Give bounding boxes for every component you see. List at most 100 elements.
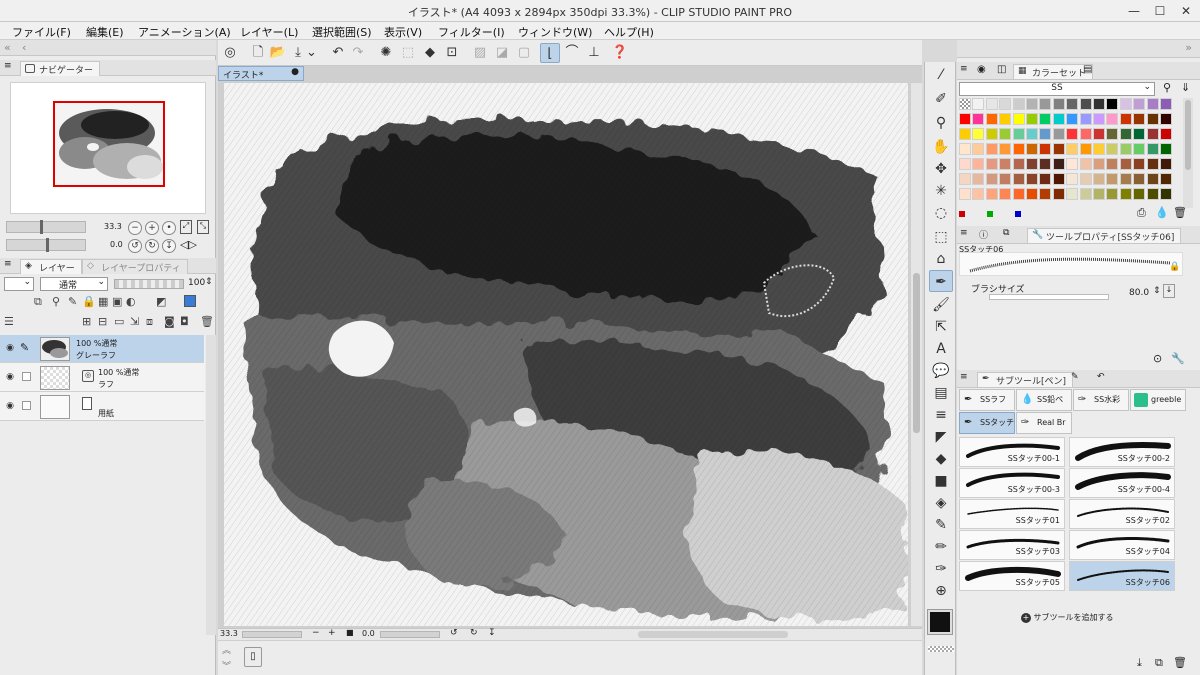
- import-icon[interactable]: ⤓: [1137, 656, 1142, 670]
- color-swatch[interactable]: [985, 173, 998, 185]
- color-swatch[interactable]: [1106, 98, 1119, 110]
- undo-history-icon[interactable]: ↶: [1097, 372, 1105, 382]
- create-mask-icon[interactable]: ◙: [164, 315, 175, 328]
- subtool-group-greeble[interactable]: greeble: [1130, 389, 1186, 411]
- color-swatch[interactable]: [1066, 143, 1079, 155]
- subtool-group-ss-watercolor[interactable]: ✑ SS水彩: [1073, 389, 1129, 411]
- collapse-icon[interactable]: »: [1185, 41, 1192, 54]
- tab-tool-property[interactable]: 🔧 ツールプロパティ[SSタッチ06]: [1027, 228, 1182, 243]
- color-swatch[interactable]: [1106, 143, 1119, 155]
- color-swatch[interactable]: [1079, 98, 1092, 110]
- color-swatch[interactable]: [1052, 113, 1065, 125]
- brush-item[interactable]: SSタッチ00-4: [1069, 468, 1175, 498]
- tab-layer[interactable]: ◈ レイヤー: [20, 259, 82, 274]
- color-swatch[interactable]: [1012, 128, 1025, 140]
- pressure-icon[interactable]: ↓: [1163, 284, 1175, 298]
- eye-icon[interactable]: ◉: [4, 343, 16, 353]
- color-swatch[interactable]: [972, 98, 985, 110]
- navigator-preview[interactable]: [10, 82, 206, 214]
- zoom-fit-icon[interactable]: ■: [346, 628, 354, 637]
- lock-icon[interactable]: 🔒: [82, 295, 96, 308]
- color-swatch[interactable]: [985, 98, 998, 110]
- reset-rotation-icon[interactable]: ↧: [488, 628, 496, 638]
- menu-view[interactable]: 表示(V): [384, 24, 422, 40]
- collapse-icon[interactable]: «: [4, 41, 11, 54]
- main-color-swatch[interactable]: [927, 609, 953, 635]
- new-file-icon[interactable]: 🗋: [248, 43, 268, 63]
- menu-window[interactable]: ウィンドウ(W): [518, 24, 592, 40]
- navigator-view-frame[interactable]: [53, 101, 165, 187]
- layer-color-swatch[interactable]: [184, 295, 196, 307]
- new-folder-icon[interactable]: ▭: [114, 315, 124, 328]
- color-swatch[interactable]: [1039, 188, 1052, 200]
- panel-menu-icon[interactable]: ≡: [960, 228, 968, 238]
- fit-window-icon[interactable]: ⤢: [180, 220, 192, 234]
- lasso-icon[interactable]: ◌: [929, 202, 953, 224]
- color-swatch[interactable]: [1106, 158, 1119, 170]
- layer-row-rough[interactable]: ◉ ◎ 100 %通常 ラフ: [0, 364, 204, 392]
- color-swatch[interactable]: [1160, 128, 1172, 140]
- help-icon[interactable]: ❓: [610, 43, 630, 63]
- color-swatch[interactable]: [1146, 143, 1159, 155]
- color-swatch[interactable]: [1160, 173, 1172, 185]
- color-swatch[interactable]: [1093, 158, 1105, 170]
- color-swatch[interactable]: [959, 158, 971, 170]
- zoom-fit-icon[interactable]: •: [162, 221, 176, 235]
- brush-shape-icon[interactable]: ⧉: [1003, 228, 1009, 238]
- menu-help[interactable]: ヘルプ(H): [604, 24, 654, 40]
- color-swatch[interactable]: [1160, 113, 1172, 125]
- color-swatch[interactable]: [1160, 158, 1172, 170]
- color-swatch[interactable]: [1079, 173, 1092, 185]
- transfer-lower-icon[interactable]: ⇲: [130, 315, 139, 328]
- color-swatch[interactable]: [1093, 98, 1105, 110]
- color-swatch[interactable]: [999, 188, 1012, 200]
- new-vector-layer-icon[interactable]: ⊟: [98, 315, 107, 328]
- color-swatch[interactable]: [1160, 143, 1172, 155]
- clip-studio-icon[interactable]: ◎: [220, 43, 240, 63]
- opacity-stepper-icon[interactable]: ⇕: [205, 277, 213, 287]
- color-swatch[interactable]: [972, 143, 985, 155]
- color-swatch[interactable]: [999, 173, 1012, 185]
- pen-tool-icon[interactable]: ✒: [929, 270, 953, 292]
- blend-icon[interactable]: ✎: [929, 514, 953, 536]
- color-swatch[interactable]: [1133, 158, 1146, 170]
- collapse-down-icon[interactable]: ︾: [222, 659, 231, 672]
- invert-selection-icon[interactable]: ◪: [492, 43, 512, 63]
- color-swatch[interactable]: [1093, 143, 1105, 155]
- color-swatch[interactable]: [1052, 158, 1065, 170]
- transform-icon[interactable]: ⊡: [442, 43, 462, 63]
- brush-item[interactable]: SSタッチ00-2: [1069, 437, 1175, 467]
- scroll-thumb[interactable]: [913, 273, 920, 433]
- color-swatch[interactable]: [1012, 98, 1025, 110]
- fill-bucket-icon[interactable]: ◆: [929, 448, 953, 470]
- gradient-icon[interactable]: ■: [929, 470, 953, 492]
- wrench-icon[interactable]: 🔧: [1171, 352, 1185, 365]
- close-tab-icon[interactable]: ●: [291, 67, 299, 77]
- info-icon[interactable]: ⓘ: [979, 228, 988, 241]
- layer-checkbox[interactable]: [22, 372, 31, 381]
- brush-item[interactable]: SSタッチ06: [1069, 561, 1175, 591]
- expression-color-select[interactable]: ⌄: [4, 277, 34, 291]
- new-raster-layer-icon[interactable]: ⊞: [82, 315, 91, 328]
- color-swatch[interactable]: [1026, 113, 1038, 125]
- balloon-icon[interactable]: 💬: [929, 360, 953, 382]
- trash-icon[interactable]: 🗑: [200, 315, 214, 328]
- deselect-icon[interactable]: ▨: [470, 43, 490, 63]
- canvas-vertical-scrollbar[interactable]: [910, 83, 922, 626]
- brush-item[interactable]: SSタッチ05: [959, 561, 1065, 591]
- color-swatch[interactable]: [1066, 188, 1079, 200]
- color-swatch[interactable]: [1146, 173, 1159, 185]
- color-swatch[interactable]: [1106, 173, 1119, 185]
- color-swatch[interactable]: [1066, 113, 1079, 125]
- flip-horizontal-icon[interactable]: ◁▷: [180, 238, 197, 251]
- palette-color-icon[interactable]: ◐: [126, 295, 136, 308]
- intermediate-color-icon[interactable]: ◫: [997, 64, 1006, 75]
- zoom-out-icon[interactable]: −: [128, 221, 142, 235]
- blend-mode-select[interactable]: 通常 ⌄: [40, 277, 108, 291]
- color-swatch[interactable]: [1119, 98, 1132, 110]
- brush-item[interactable]: SSタッチ01: [959, 499, 1065, 529]
- color-swatch[interactable]: [1093, 113, 1105, 125]
- color-history-icon[interactable]: ▤: [1083, 64, 1092, 75]
- snap-grid-icon[interactable]: ⊥: [584, 43, 604, 63]
- color-swatch[interactable]: [1039, 173, 1052, 185]
